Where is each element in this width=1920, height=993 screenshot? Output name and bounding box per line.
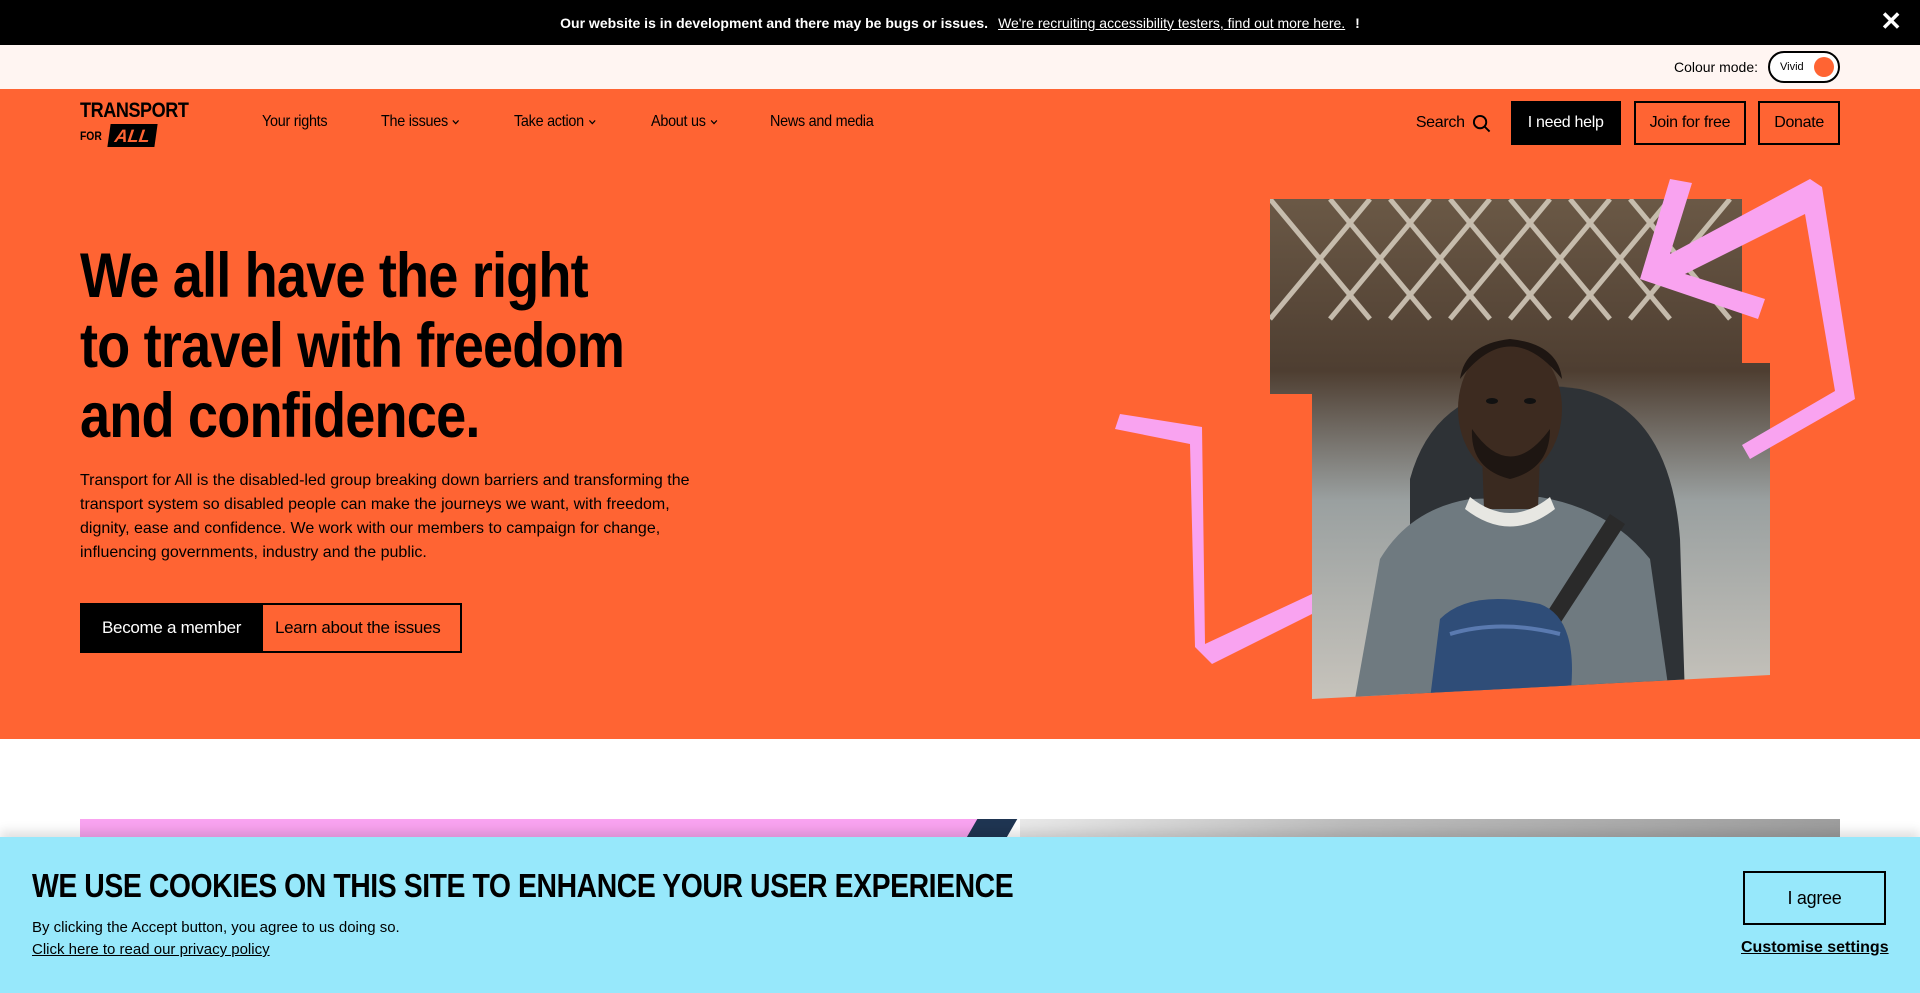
i-need-help-button[interactable]: I need help bbox=[1510, 101, 1621, 145]
chevron-down-icon bbox=[710, 119, 717, 125]
hero-image bbox=[1115, 179, 1855, 699]
colour-mode-toggle[interactable]: Vivid bbox=[1768, 51, 1840, 83]
transport-for-all-logo[interactable]: TRANSPORT FOR ALL bbox=[80, 99, 189, 150]
cookie-banner: WE USE COOKIES ON THIS SITE TO ENHANCE Y… bbox=[0, 837, 1920, 993]
header-actions: Search I need help Join for free Donate bbox=[1416, 101, 1840, 145]
main-nav: Your rights The issues Take action About… bbox=[262, 113, 931, 131]
search-label: Search bbox=[1415, 114, 1465, 131]
logo-all-badge: ALL bbox=[107, 124, 158, 147]
donate-button[interactable]: Donate bbox=[1758, 101, 1840, 145]
nav-your-rights[interactable]: Your rights bbox=[262, 113, 328, 131]
cookie-title: WE USE COOKIES ON THIS SITE TO ENHANCE Y… bbox=[32, 867, 1014, 904]
dev-banner-message: Our website is in development and there … bbox=[560, 14, 989, 31]
toggle-knob bbox=[1814, 57, 1834, 77]
close-icon[interactable]: ✕ bbox=[1880, 8, 1902, 34]
join-for-free-button[interactable]: Join for free bbox=[1633, 101, 1747, 145]
privacy-policy-link[interactable]: Click here to read our privacy policy bbox=[32, 941, 270, 958]
learn-about-the-issues-button[interactable]: Learn about the issues bbox=[253, 603, 463, 653]
nav-news-and-media[interactable]: News and media bbox=[770, 113, 874, 131]
colour-mode-value: Vivid bbox=[1780, 61, 1804, 73]
pink-arrow-left bbox=[1115, 414, 1312, 664]
i-agree-button[interactable]: I agree bbox=[1743, 871, 1886, 925]
cookie-text: By clicking the Accept button, you agree… bbox=[32, 919, 400, 936]
hero-title: We all have the right to travel with fre… bbox=[80, 241, 625, 451]
become-a-member-button[interactable]: Become a member bbox=[80, 603, 264, 653]
nav-label: Your rights bbox=[262, 113, 328, 130]
accessibility-testers-link[interactable]: We're recruiting accessibility testers, … bbox=[998, 15, 1345, 31]
nav-label: News and media bbox=[770, 113, 874, 130]
dev-banner: Our website is in development and there … bbox=[0, 0, 1920, 45]
search-button[interactable]: Search bbox=[1416, 114, 1491, 133]
logo-for: FOR bbox=[80, 128, 102, 143]
nav-label: About us bbox=[650, 113, 706, 130]
search-icon bbox=[1472, 114, 1490, 132]
chevron-down-icon bbox=[452, 119, 459, 125]
exclamation-mark: ! bbox=[1355, 14, 1360, 31]
chevron-down-icon bbox=[588, 119, 596, 125]
nav-label: Take action bbox=[513, 113, 584, 130]
colour-mode-label: Colour mode: bbox=[1673, 59, 1758, 75]
nav-about-us[interactable]: About us bbox=[651, 113, 717, 131]
hero-description: Transport for All is the disabled-led gr… bbox=[80, 472, 690, 561]
nav-take-action[interactable]: Take action bbox=[514, 113, 596, 131]
nav-the-issues[interactable]: The issues bbox=[381, 113, 460, 131]
hero-section: TRANSPORT FOR ALL Your rights The issues… bbox=[0, 89, 1920, 739]
customise-settings-link[interactable]: Customise settings bbox=[1741, 939, 1889, 957]
logo-line-1: TRANSPORT bbox=[80, 99, 189, 122]
colour-mode-bar: Colour mode: Vivid bbox=[0, 45, 1920, 89]
nav-label: The issues bbox=[380, 113, 448, 130]
